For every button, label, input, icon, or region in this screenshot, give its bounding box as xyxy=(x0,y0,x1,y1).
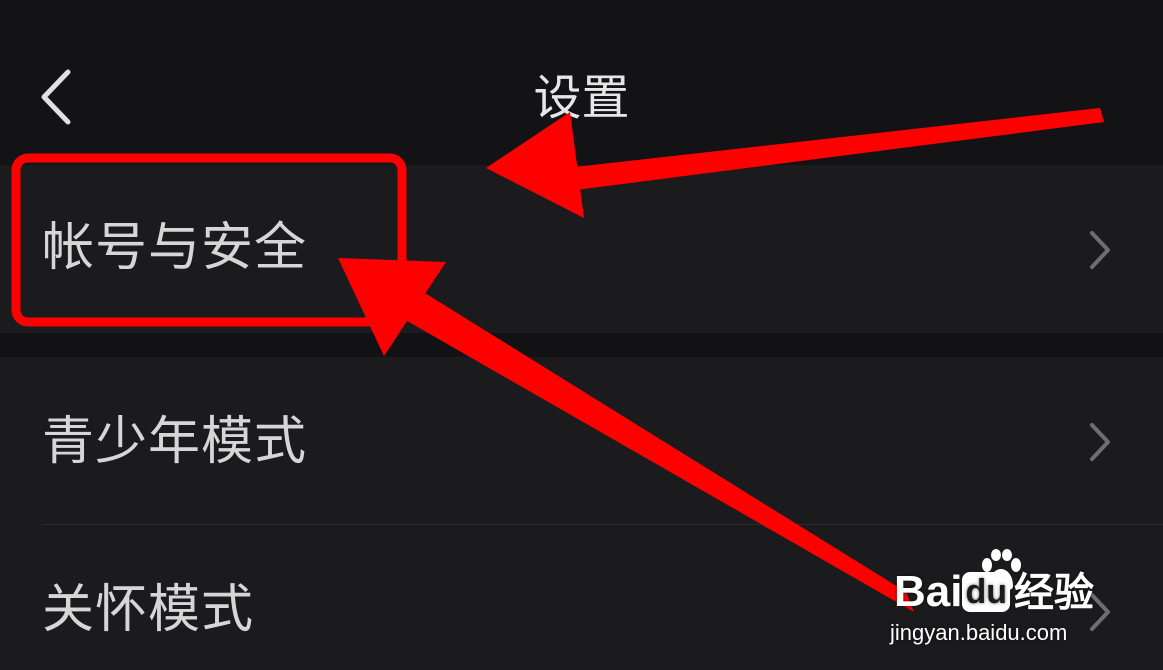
chevron-right-icon xyxy=(1090,593,1110,631)
section-gap xyxy=(0,333,1163,357)
chevron-right-icon xyxy=(1090,423,1110,461)
settings-item-label: 关怀模式 xyxy=(42,580,255,640)
settings-item-label: 青少年模式 xyxy=(42,412,308,472)
page-title: 设置 xyxy=(533,70,630,126)
settings-screen: 设置 帐号与安全 青少年模式 关怀模式 Baidu 经验 jingyan.bai… xyxy=(0,0,1163,670)
settings-item-label: 帐号与安全 xyxy=(42,218,308,278)
top-nav-bar: 设置 xyxy=(0,0,1163,165)
chevron-right-icon xyxy=(1090,231,1110,269)
